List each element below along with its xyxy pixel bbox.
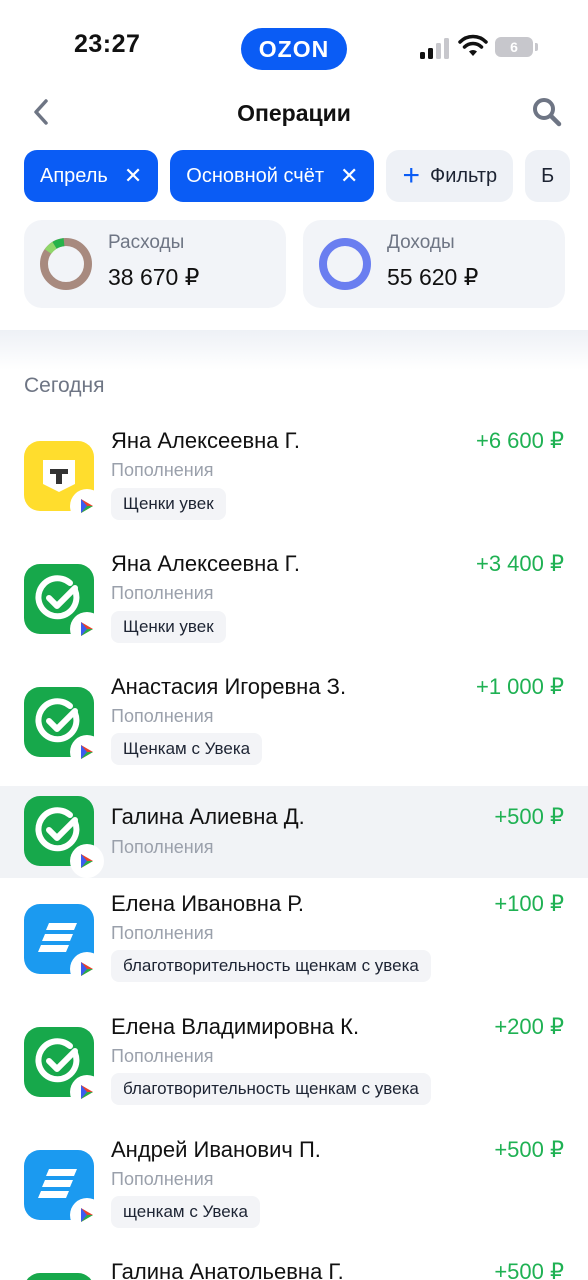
operation-row[interactable]: Елена Ивановна Р. Пополнения +100 ₽ благ… <box>0 880 588 1002</box>
operation-row[interactable]: Яна Алексеевна Г. Пополнения +6 600 ₽ Ще… <box>0 410 588 532</box>
operation-name: Яна Алексеевна Г. <box>111 551 300 576</box>
operation-row[interactable]: Яна Алексеевна Г. Пополнения +3 400 ₽ Ще… <box>0 533 588 655</box>
status-time: 23:27 <box>74 30 141 58</box>
close-icon[interactable]: ✕ <box>340 163 358 189</box>
chip-account-label: Основной счёт <box>186 164 325 187</box>
operation-category: Пополнения <box>111 706 214 726</box>
chip-partial-label: Б <box>541 164 555 187</box>
chip-month[interactable]: Апрель ✕ <box>24 150 159 202</box>
operation-message-tag: благотворительность щенкам с увека <box>111 950 431 982</box>
operation-name: Андрей Иванович П. <box>111 1137 321 1162</box>
ozon-transfer-badge-icon <box>72 491 102 521</box>
ozon-transfer-badge-icon <box>72 1200 102 1230</box>
vtb-icon <box>24 904 102 984</box>
wifi-icon <box>458 34 488 56</box>
ozon-transfer-badge-icon <box>72 1077 102 1107</box>
operation-amount: +6 600 ₽ <box>475 428 564 453</box>
section-title-today: Сегодня <box>24 374 105 397</box>
chip-account[interactable]: Основной счёт ✕ <box>170 150 375 202</box>
income-label: Доходы <box>387 232 455 253</box>
operation-row[interactable]: Анастасия Игоревна З. Пополнения +1 000 … <box>0 656 588 778</box>
close-icon[interactable]: ✕ <box>124 163 142 189</box>
expenses-card[interactable]: Расходы 38 670 ₽ <box>24 220 286 308</box>
operation-amount: +500 ₽ <box>494 1259 564 1280</box>
operation-category: Пополнения <box>111 837 214 857</box>
operation-message-tag: Щенкам с Увека <box>111 733 263 765</box>
income-donut-icon <box>319 238 371 290</box>
search-icon[interactable] <box>531 96 563 128</box>
operation-category: Пополнения <box>111 923 214 943</box>
operation-name: Яна Алексеевна Г. <box>111 428 300 453</box>
ozon-transfer-badge-icon <box>72 614 102 644</box>
operation-amount: +200 ₽ <box>494 1014 564 1039</box>
operation-amount: +3 400 ₽ <box>475 551 564 576</box>
operation-category: Пополнения <box>111 1169 214 1189</box>
operation-name: Анастасия Игоревна З. <box>111 674 347 699</box>
chip-partial[interactable]: Б <box>525 150 571 202</box>
page-title: Операции <box>237 100 351 126</box>
ozon-transfer-badge-icon <box>72 846 102 876</box>
operation-name: Елена Ивановна Р. <box>111 891 304 916</box>
income-card[interactable]: Доходы 55 620 ₽ <box>303 220 565 308</box>
tbank-icon <box>24 441 102 521</box>
sber-icon <box>24 1273 94 1280</box>
signal-icon <box>420 38 449 59</box>
operation-row[interactable]: Андрей Иванович П. Пополнения +500 ₽ щен… <box>0 1126 588 1248</box>
filter-chips: Апрель ✕ Основной счёт ✕ + Фильтр Б <box>24 150 588 202</box>
filter-button[interactable]: + Фильтр <box>386 150 514 202</box>
filter-button-label: Фильтр <box>429 164 498 187</box>
status-bar: 23:27 OZON 6 <box>0 0 588 96</box>
ozon-transfer-badge-icon <box>72 737 102 767</box>
sber-icon <box>24 687 102 767</box>
operation-message-tag: благотворительность щенкам с увека <box>111 1073 431 1105</box>
sber-icon <box>24 1027 102 1107</box>
operation-name: Галина Алиевна Д. <box>111 804 305 829</box>
operation-name: Елена Владимировна К. <box>111 1014 360 1039</box>
sber-icon <box>24 796 102 876</box>
expenses-label: Расходы <box>108 232 185 253</box>
operation-category: Пополнения <box>111 583 214 603</box>
ozon-transfer-badge-icon <box>72 954 102 984</box>
operation-row[interactable]: Галина Анатольевна Г. +500 ₽ <box>0 1249 588 1280</box>
expenses-donut-icon <box>40 238 92 290</box>
operation-message-tag: Щенки увек <box>111 488 226 520</box>
expenses-value: 38 670 ₽ <box>108 264 200 290</box>
operation-amount: +500 ₽ <box>494 804 564 829</box>
plus-icon: + <box>402 159 420 192</box>
operation-row[interactable]: Галина Алиевна Д. Пополнения +500 ₽ <box>0 786 588 878</box>
sheet-divider <box>0 330 588 370</box>
chip-month-label: Апрель <box>40 164 108 187</box>
operation-message-tag: щенкам с Увека <box>111 1196 260 1228</box>
vtb-icon <box>24 1150 102 1230</box>
operation-row[interactable]: Елена Владимировна К. Пополнения +200 ₽ … <box>0 1003 588 1125</box>
income-value: 55 620 ₽ <box>387 264 479 290</box>
operation-amount: +500 ₽ <box>494 1137 564 1162</box>
operation-message-tag: Щенки увек <box>111 611 226 643</box>
battery-icon: 6 <box>495 37 538 57</box>
sber-icon <box>24 564 102 644</box>
operation-category: Пополнения <box>111 1046 214 1066</box>
operation-amount: +1 000 ₽ <box>475 674 564 699</box>
operation-amount: +100 ₽ <box>494 891 564 916</box>
operation-name: Галина Анатольевна Г. <box>111 1259 344 1280</box>
operation-category: Пополнения <box>111 460 214 480</box>
ozon-brand-pill[interactable]: OZON <box>241 28 347 70</box>
